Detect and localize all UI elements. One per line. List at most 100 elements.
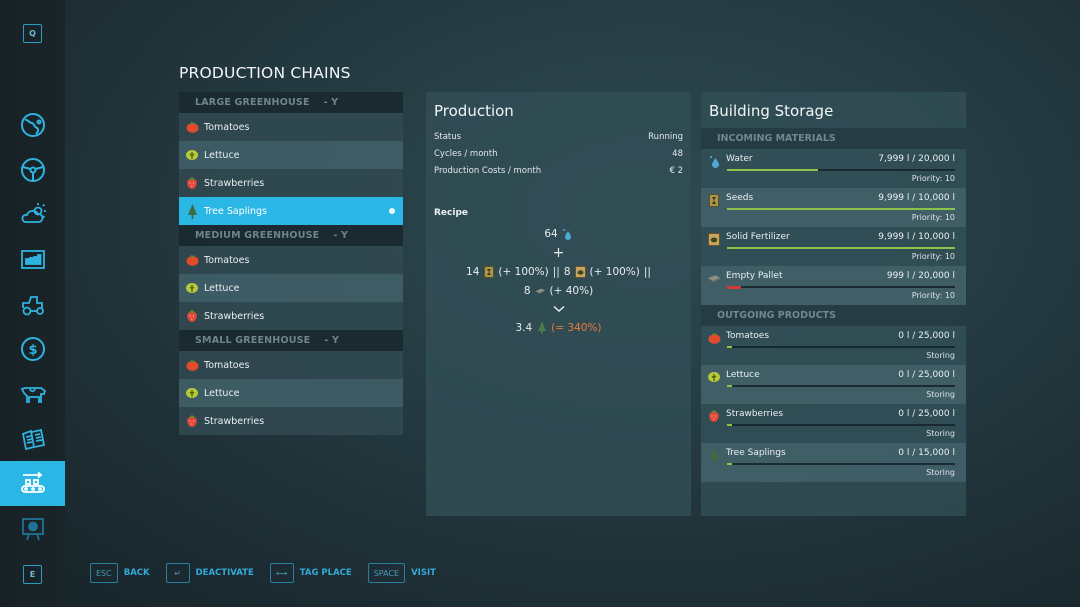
cycles-row: Cycles / month 48 [434,149,683,166]
status-row: Status Running [434,132,683,149]
key-hint-q[interactable]: Q [23,24,42,43]
chain-group-suffix: - Y [333,230,349,241]
water-amount: 64 [544,227,558,240]
tomato-icon [707,331,721,345]
lettuce-icon [707,370,721,384]
visit-button[interactable]: SPACE VISIT [367,563,436,583]
fertilizer-bag-icon [574,265,586,278]
recipe-inputs-line: 14 (+ 100%) || 8 (+ 100%) || [434,262,683,281]
storage-row: Strawberries 0 l / 25,000 l Storing [701,404,966,443]
status-label: Status [434,132,462,142]
page-title: PRODUCTION CHAINS [179,64,351,82]
chain-item-label: Lettuce [204,387,240,399]
esc-key: ESC [90,563,118,583]
finances-icon: $ [20,336,45,361]
visit-label: VISIT [411,568,436,578]
steering-wheel-icon [20,157,45,182]
storage-row: Empty Pallet 999 l / 20,000 l Priority: 10 [701,266,966,305]
sidebar-item-vehicles[interactable] [0,282,65,327]
sidebar-item-contracts[interactable] [0,416,65,461]
water-drop-icon [707,154,721,168]
storage-item-amount: 999 l / 20,000 l [886,271,955,281]
recipe-label: Recipe [434,208,469,218]
chain-item-label: Tomatoes [204,121,250,133]
storage-fill-bar [727,169,955,171]
weather-icon [20,202,46,223]
back-button[interactable]: ESC BACK [90,563,150,583]
recipe-output-line: 3.4 (= 340%) [434,318,683,337]
storage-fill-level [727,285,741,289]
chain-list-item[interactable]: Strawberries [179,407,403,435]
storage-item-status: Storing [926,468,955,477]
storage-fill-bar [727,385,955,387]
sidebar-item-production[interactable] [0,461,65,506]
storage-item-name: Tomatoes [726,331,770,341]
sidebar: Q $ E [0,0,65,607]
chain-item-label: Strawberries [204,177,265,189]
tree-sapling-icon [185,203,199,219]
tomato-icon [185,120,199,134]
tutorial-board-icon [21,517,44,540]
storage-item-amount: 0 l / 15,000 l [898,448,955,458]
storage-item-amount: 9,999 l / 10,000 l [878,193,955,203]
chain-item-label: Strawberries [204,415,265,427]
sidebar-item-statistics[interactable] [0,237,65,282]
chain-list-item[interactable]: Tomatoes [179,113,403,141]
chain-list-item[interactable]: Strawberries [179,302,403,330]
chain-list-item[interactable]: Lettuce [179,379,403,407]
sidebar-item-map[interactable] [0,102,65,147]
costs-row: Production Costs / month € 2 [434,166,683,183]
chain-list-item[interactable]: Strawberries [179,169,403,197]
storage-fill-bar [727,424,955,426]
space-key: SPACE [367,563,406,583]
chain-group-title: LARGE GREENHOUSE [195,97,310,108]
recipe-water-line: 64 [434,224,683,243]
seeds-bag-icon [707,193,721,207]
storage-row: Solid Fertilizer 9,999 l / 10,000 l Priori… [701,227,966,266]
chain-item-label: Tomatoes [204,359,250,371]
tag-place-button[interactable]: ⟷ TAG PLACE [269,563,352,583]
storage-item-status: Priority: 10 [911,174,955,183]
recipe-separator: || [552,265,560,278]
chain-list-item[interactable]: Lettuce [179,141,403,169]
seeds-amount: 14 [466,265,480,278]
outgoing-products-header: OUTGOING PRODUCTS [701,305,966,326]
key-hint-e[interactable]: E [23,565,42,584]
chain-list-item[interactable]: Tomatoes [179,246,403,274]
sidebar-item-vehicle-control[interactable] [0,147,65,192]
storage-item-name: Tree Saplings [726,448,786,458]
chain-item-label: Lettuce [204,282,240,294]
sidebar-item-animals[interactable] [0,371,65,416]
storage-item-status: Storing [926,390,955,399]
storage-fill-level [727,346,732,348]
pallet-icon [535,285,546,297]
seeds-bag-icon [483,265,494,278]
storage-fill-level [727,208,955,210]
output-percentage: (= 340%) [551,321,602,334]
fertilizer-bag-icon [707,232,721,246]
chain-list-item[interactable]: Lettuce [179,274,403,302]
sidebar-item-weather[interactable] [0,191,65,236]
seeds-boost: (+ 100%) [498,265,549,278]
recipe: 64 + 14 (+ 100%) || 8 (+ 100%) || 8 (+ 4… [434,224,683,337]
chain-list-item[interactable]: Tomatoes [179,351,403,379]
storage-row: Tomatoes 0 l / 25,000 l Storing [701,326,966,365]
storage-fill-level [727,463,732,465]
deactivate-button[interactable]: ↵ DEACTIVATE [165,563,254,583]
costs-label: Production Costs / month [434,166,542,176]
storage-item-amount: 0 l / 25,000 l [898,409,955,419]
chevron-down-icon [552,305,565,313]
chain-group-title: MEDIUM GREENHOUSE [195,230,320,241]
storage-fill-level [727,169,819,171]
statistics-icon [20,249,45,269]
key-hints-footer: ESC BACK ↵ DEACTIVATE ⟷ TAG PLACE SPACE … [90,563,452,583]
production-icon [20,471,45,493]
tree-sapling-icon [707,447,721,463]
storage-item-amount: 7,999 l / 20,000 l [878,154,955,164]
storage-item-status: Priority: 10 [911,252,955,261]
cycles-value: 48 [672,149,683,159]
chain-list-item[interactable]: Tree Saplings [179,197,403,225]
sidebar-item-tutorials[interactable] [0,506,65,551]
storage-item-name: Water [726,154,753,164]
sidebar-item-finances[interactable]: $ [0,326,65,371]
